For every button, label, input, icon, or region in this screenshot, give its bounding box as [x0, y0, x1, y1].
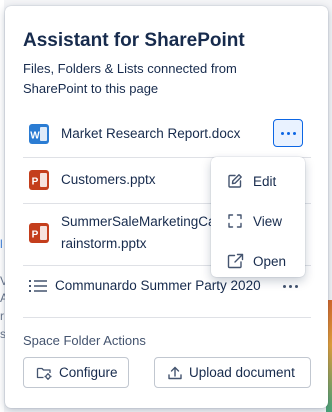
- background-page: [0, 0, 4, 412]
- file-name-line-2[interactable]: rainstorm.pptx: [61, 236, 147, 251]
- section-divider: [23, 317, 311, 318]
- file-row-market-research[interactable]: W Market Research Report.docx: [23, 116, 311, 152]
- open-external-icon: [227, 253, 245, 269]
- file-actions-menu: Edit View Open: [211, 157, 305, 277]
- menu-item-open[interactable]: Open: [211, 241, 305, 281]
- configure-button[interactable]: Configure: [23, 357, 129, 388]
- edit-icon: [227, 173, 245, 189]
- powerpoint-icon: P: [29, 170, 49, 190]
- panel-title: Assistant for SharePoint: [23, 30, 245, 51]
- space-folder-actions-label: Space Folder Actions: [23, 333, 146, 348]
- svg-text:P: P: [32, 230, 39, 241]
- background-text: r: [0, 309, 4, 323]
- upload-document-button[interactable]: Upload document: [154, 357, 311, 388]
- configure-label: Configure: [59, 365, 118, 380]
- panel-subtitle: Files, Folders & Lists connected from Sh…: [23, 61, 237, 96]
- more-dots-icon: [282, 284, 298, 288]
- page-stage: l V A r s Assistant for SharePoint Files…: [0, 0, 332, 412]
- menu-item-label: Open: [253, 253, 287, 269]
- background-text: l: [0, 237, 3, 251]
- folder-settings-icon: [36, 365, 53, 381]
- file-name[interactable]: Market Research Report.docx: [61, 126, 240, 141]
- menu-item-edit[interactable]: Edit: [211, 161, 305, 201]
- file-name-line-1[interactable]: SummerSaleMarketingCa: [61, 214, 216, 229]
- menu-item-view[interactable]: View: [211, 201, 305, 241]
- powerpoint-icon: P: [29, 223, 49, 243]
- word-doc-icon: W: [29, 124, 49, 144]
- svg-text:P: P: [32, 177, 39, 188]
- svg-text:W: W: [30, 131, 40, 142]
- menu-item-label: Edit: [253, 173, 277, 189]
- menu-item-label: View: [253, 213, 283, 229]
- more-dots-icon: [280, 131, 296, 135]
- file-name[interactable]: Customers.pptx: [61, 172, 156, 187]
- view-icon: [227, 213, 245, 229]
- upload-icon: [167, 365, 183, 381]
- more-actions-button[interactable]: [273, 119, 303, 147]
- list-icon: [29, 279, 47, 293]
- upload-document-label: Upload document: [189, 365, 295, 380]
